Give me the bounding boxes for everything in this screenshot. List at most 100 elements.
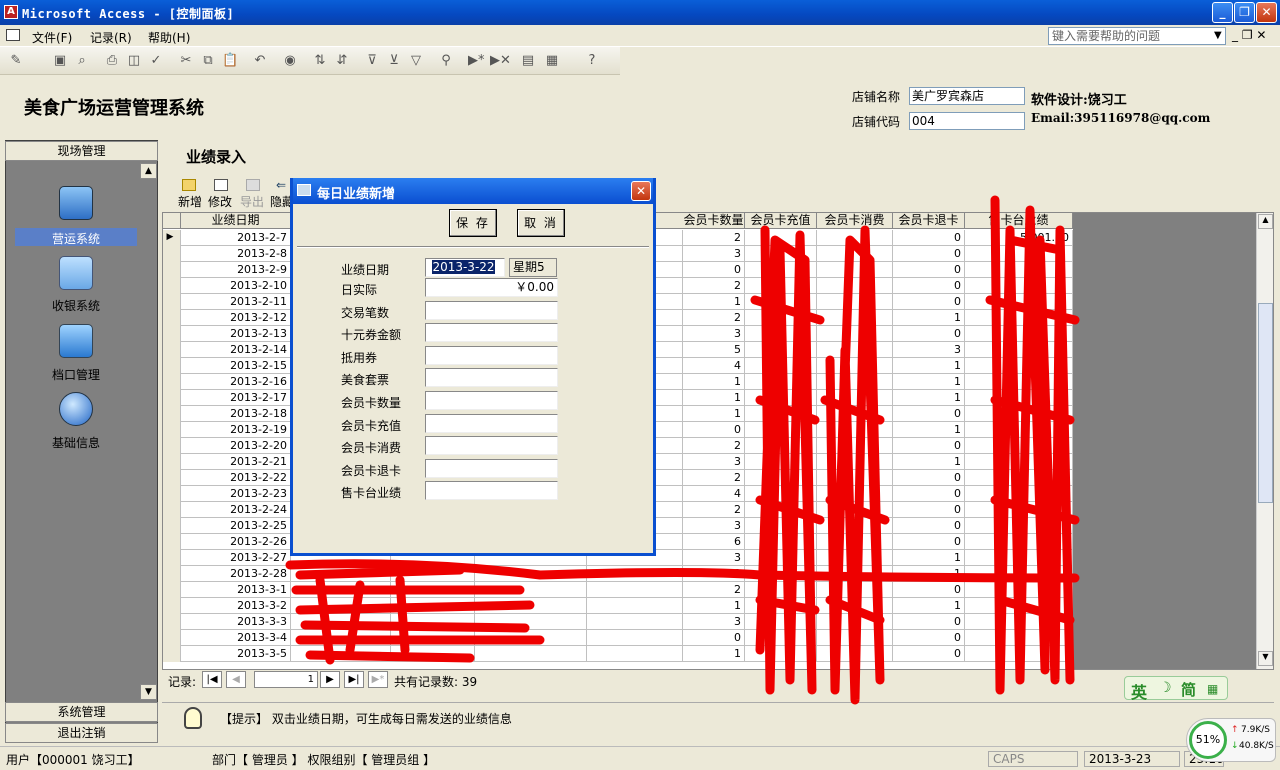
table-cell[interactable] [745,358,817,374]
table-cell[interactable]: 2013-2-11 [181,294,291,310]
table-cell[interactable] [817,438,893,454]
table-cell[interactable]: 0 [893,294,965,310]
table-cell[interactable]: 0 [683,422,745,438]
table-cell[interactable] [745,278,817,294]
row-selector[interactable] [163,518,181,534]
table-cell[interactable]: 3 [683,550,745,566]
table-cell[interactable] [965,614,1073,630]
table-row[interactable]: 2013-3-4 0 0 [163,630,1073,646]
row-selector[interactable] [163,438,181,454]
table-row[interactable]: 2013-3-1 2 0 [163,582,1073,598]
dialog-field-input[interactable] [425,436,558,456]
table-cell[interactable]: 2013-2-22 [181,470,291,486]
table-cell[interactable]: 2013-3-3 [181,614,291,630]
table-cell[interactable]: 0 [893,502,965,518]
table-cell[interactable] [745,502,817,518]
table-cell[interactable]: 2013-2-20 [181,438,291,454]
store-code-field[interactable]: 004 [909,112,1025,130]
ime-toolbar[interactable]: 英 ☽ 简 ▦ [1124,676,1228,702]
table-cell[interactable] [587,598,683,614]
table-cell[interactable] [391,582,475,598]
nav-next-button[interactable]: ▶ [320,671,340,688]
filter-by-form-icon[interactable]: ⊻ [386,53,402,69]
sort-ascending-icon[interactable]: ⇅ [312,53,328,69]
sidebar-site-management-button[interactable]: 现场管理 [5,141,158,161]
row-selector[interactable] [163,454,181,470]
table-cell[interactable] [965,486,1073,502]
table-cell[interactable] [965,598,1073,614]
table-cell[interactable] [291,646,391,662]
table-cell[interactable] [745,374,817,390]
table-cell[interactable]: 3 [683,326,745,342]
row-selector[interactable] [163,614,181,630]
table-cell[interactable] [817,310,893,326]
table-cell[interactable]: 0 [893,438,965,454]
table-cell[interactable]: 0 [893,470,965,486]
table-cell[interactable]: 0 [893,630,965,646]
table-cell[interactable] [965,422,1073,438]
table-cell[interactable]: 4 [683,358,745,374]
table-cell[interactable] [745,630,817,646]
table-cell[interactable] [291,566,391,582]
table-cell[interactable] [745,566,817,582]
table-cell[interactable] [291,598,391,614]
table-row[interactable]: 2013-2-28 2 1 [163,566,1073,582]
nav-current-record[interactable]: 1 [254,671,318,688]
table-cell[interactable] [745,438,817,454]
search-file-icon[interactable]: ⌕ [74,53,90,69]
date-selected-text[interactable]: 2013-3-22 [432,260,495,274]
table-cell[interactable] [745,614,817,630]
table-cell[interactable]: 2013-2-15 [181,358,291,374]
table-cell[interactable] [965,262,1073,278]
table-cell[interactable]: 0 [893,326,965,342]
dialog-field-input[interactable]: ￥0.00 [425,278,558,297]
table-cell[interactable] [745,518,817,534]
table-cell[interactable]: 2 [683,470,745,486]
table-cell[interactable]: 1 [683,294,745,310]
clipboard-icon[interactable] [59,186,93,220]
scroll-up-icon[interactable]: ▲ [1258,214,1273,229]
table-cell[interactable] [745,326,817,342]
table-cell[interactable] [817,422,893,438]
table-cell[interactable] [817,630,893,646]
table-cell[interactable] [817,294,893,310]
menu-help[interactable]: 帮助(H) [148,29,190,46]
table-cell[interactable] [817,550,893,566]
table-row[interactable]: 2013-3-2 1 1 [163,598,1073,614]
table-cell[interactable] [745,534,817,550]
row-selector[interactable] [163,246,181,262]
globe-icon[interactable] [59,392,93,426]
table-cell[interactable] [817,582,893,598]
table-cell[interactable]: 1 [893,358,965,374]
table-cell[interactable] [745,454,817,470]
table-cell[interactable] [817,470,893,486]
table-cell[interactable] [817,406,893,422]
table-cell[interactable]: 2013-2-12 [181,310,291,326]
dialog-field-input[interactable] [425,413,558,433]
home-icon[interactable] [59,324,93,358]
table-cell[interactable]: 1 [683,646,745,662]
sidebar-scroll-down-icon[interactable]: ▼ [140,684,157,700]
table-row[interactable]: 2013-3-5 1 0 [163,646,1073,662]
table-cell[interactable]: 5 [683,342,745,358]
table-cell[interactable]: 2013-2-24 [181,502,291,518]
sidebar-scroll-up-icon[interactable]: ▲ [140,163,157,179]
help-icon[interactable]: ? [584,53,600,69]
table-cell[interactable]: 4 [683,486,745,502]
table-cell[interactable] [965,566,1073,582]
help-dropdown-icon[interactable]: ▼ [1214,30,1222,41]
table-cell[interactable] [965,454,1073,470]
dialog-field-input[interactable] [425,323,558,343]
table-cell[interactable]: 0 [893,230,965,246]
table-cell[interactable]: 2 [683,310,745,326]
table-cell[interactable] [965,358,1073,374]
logout-button[interactable]: 退出注销 [5,723,158,743]
row-selector[interactable] [163,294,181,310]
table-cell[interactable]: 0 [893,486,965,502]
table-cell[interactable]: 3 [893,342,965,358]
new-button[interactable]: 新增 [178,193,202,210]
save-button[interactable]: 保 存 [449,209,497,237]
row-selector[interactable] [163,262,181,278]
dialog-field-input[interactable] [425,345,558,365]
doc-minimize-button[interactable]: _ ❐ ✕ [1232,28,1266,42]
